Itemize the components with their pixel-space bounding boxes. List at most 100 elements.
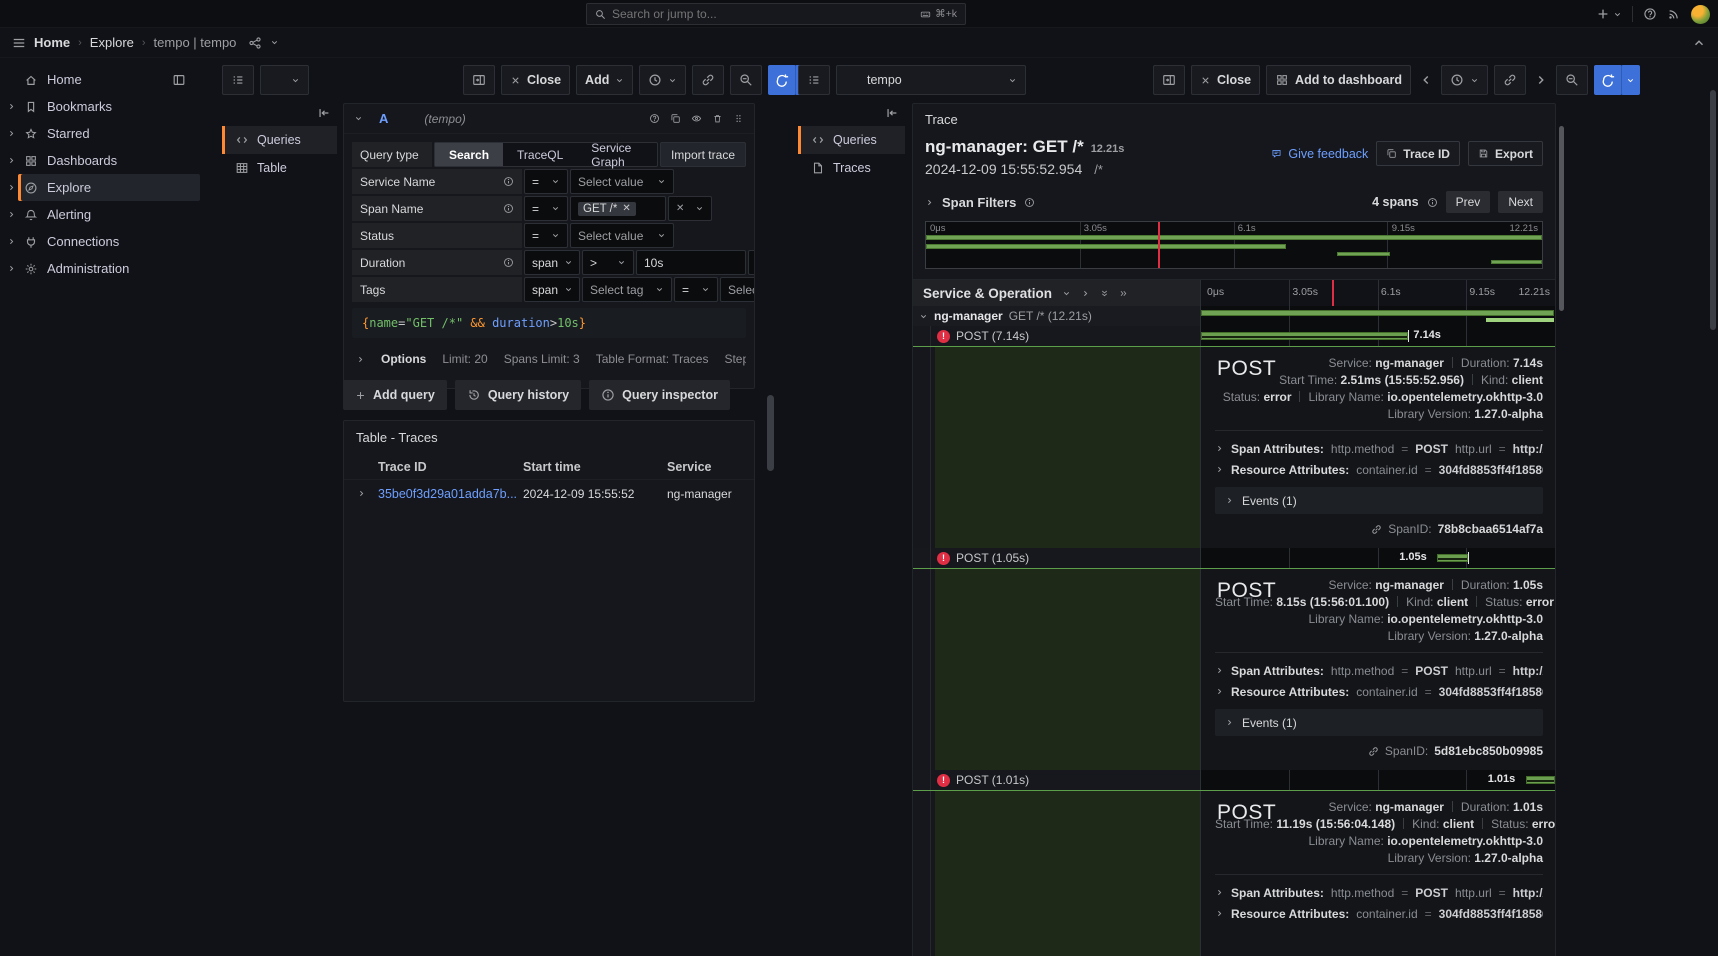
tags-op-select[interactable]: = xyxy=(674,277,718,302)
datasource-picker[interactable]: tempo xyxy=(836,65,1026,95)
span-bar[interactable] xyxy=(1201,332,1408,340)
query-inspector-button[interactable]: Query inspector xyxy=(589,380,730,410)
double-chevron-right-icon[interactable] xyxy=(1119,289,1128,298)
chevron-down-icon[interactable] xyxy=(1062,289,1071,298)
prev-span-button[interactable]: Prev xyxy=(1446,191,1491,213)
tags-scope-select[interactable]: span xyxy=(524,277,580,302)
service-name-value-select[interactable]: Select value xyxy=(570,169,674,194)
sidebar-item-connections[interactable]: Connections xyxy=(0,228,208,255)
sidebar-item-administration[interactable]: Administration xyxy=(0,255,208,282)
table-row[interactable]: 35be0f3d29a01adda7b... 2024-12-09 15:55:… xyxy=(344,479,754,507)
left-pane-scrollbar[interactable] xyxy=(767,395,774,471)
chevron-right-icon[interactable] xyxy=(7,102,16,111)
col-trace-id[interactable]: Trace ID xyxy=(378,460,427,474)
trace-id-link[interactable]: 35be0f3d29a01adda7b... xyxy=(378,487,517,501)
span-attributes-row[interactable]: Span Attributes: http.method=POST http.u… xyxy=(1215,438,1543,459)
sidebar-item-dashboards[interactable]: Dashboards xyxy=(0,147,208,174)
disable-query-icon[interactable] xyxy=(691,113,702,124)
span-bar[interactable] xyxy=(1437,554,1467,562)
rail-item-queries[interactable]: Queries xyxy=(222,126,337,154)
span-row-root[interactable]: ng-manager GET /* (12.21s) xyxy=(913,306,1555,326)
avatar[interactable] xyxy=(1691,5,1710,24)
time-picker[interactable] xyxy=(639,65,686,95)
sidebar-item-home[interactable]: Home xyxy=(0,66,208,93)
run-query-button[interactable] xyxy=(1594,65,1622,95)
query-rows-icon-button[interactable] xyxy=(798,65,830,95)
chevron-right-icon[interactable] xyxy=(7,237,16,246)
query-help-icon[interactable] xyxy=(649,113,660,124)
close-pane-button[interactable]: Close xyxy=(501,65,570,95)
share-link-button[interactable] xyxy=(1494,65,1526,95)
chevron-right-icon[interactable] xyxy=(7,264,16,273)
chevron-right-icon[interactable] xyxy=(7,129,16,138)
close-pane-button[interactable]: Close xyxy=(1191,65,1260,95)
col-start-time[interactable]: Start time xyxy=(523,460,581,474)
time-picker[interactable] xyxy=(1441,65,1488,95)
export-button[interactable]: Export xyxy=(1468,141,1543,166)
rail-item-queries[interactable]: Queries xyxy=(798,126,905,154)
double-chevron-down-icon[interactable] xyxy=(1100,289,1109,298)
run-query-interval-button[interactable] xyxy=(1621,65,1640,95)
share-icon[interactable] xyxy=(248,36,262,50)
collapse-rail-icon[interactable] xyxy=(317,106,331,120)
status-op-select[interactable]: = xyxy=(524,223,568,248)
new-button[interactable] xyxy=(1596,7,1622,21)
window-scrollbar[interactable] xyxy=(1710,90,1716,330)
import-trace-button[interactable]: Import trace xyxy=(660,142,746,167)
give-feedback-link[interactable]: Give feedback xyxy=(1271,147,1368,161)
span-name-op-select[interactable]: = xyxy=(524,196,568,221)
trace-minimap[interactable]: 0μs 3.05s 6.1s 9.15s 12.21s xyxy=(925,221,1543,269)
sidebar-item-alerting[interactable]: Alerting xyxy=(0,201,208,228)
chevron-right-icon[interactable] xyxy=(925,198,934,207)
query-rows-icon-button[interactable] xyxy=(222,65,254,95)
rail-item-table[interactable]: Table xyxy=(222,154,337,182)
add-query-button[interactable]: Add query xyxy=(343,380,447,410)
share-link-button[interactable] xyxy=(692,65,724,95)
query-history-button[interactable]: Query history xyxy=(455,380,581,410)
chevron-down-icon[interactable] xyxy=(270,38,279,47)
chevron-right-icon[interactable] xyxy=(1081,289,1090,298)
shift-time-back-button[interactable] xyxy=(1417,65,1435,95)
chevron-right-icon[interactable] xyxy=(7,210,16,219)
events-row[interactable]: Events (1) xyxy=(1215,487,1543,514)
span-name-value-select[interactable]: GET /*✕ xyxy=(570,196,666,221)
shift-time-forward-button[interactable] xyxy=(1532,65,1550,95)
chevron-down-icon[interactable] xyxy=(354,114,363,123)
span-attributes-row[interactable]: Span Attributes: http.method=POST http.u… xyxy=(1215,660,1543,681)
tab-traceql[interactable]: TraceQL xyxy=(503,143,577,166)
datasource-picker[interactable] xyxy=(260,65,309,95)
service-name-op-select[interactable]: = xyxy=(524,169,568,194)
next-span-button[interactable]: Next xyxy=(1498,191,1543,213)
query-editor-header[interactable]: A (tempo) xyxy=(344,104,754,134)
dock-menu-icon[interactable] xyxy=(172,73,186,87)
col-service[interactable]: Service xyxy=(667,460,711,474)
duration-value-input[interactable]: 10s xyxy=(636,250,746,275)
chevron-right-icon[interactable] xyxy=(7,156,16,165)
duration-max-op-cut[interactable]: < xyxy=(748,250,755,275)
search-bar[interactable]: ⌘+k xyxy=(586,3,966,25)
add-to-dashboard-button[interactable]: Add to dashboard xyxy=(1266,65,1411,95)
news-icon[interactable] xyxy=(1667,7,1681,21)
span-name-chip[interactable]: GET /*✕ xyxy=(578,202,636,216)
add-button[interactable]: Add xyxy=(576,65,633,95)
rail-item-traces[interactable]: Traces xyxy=(798,154,905,182)
sidebar-item-explore[interactable]: Explore xyxy=(0,174,208,201)
menu-icon[interactable] xyxy=(12,36,26,50)
duration-scope-select[interactable]: span xyxy=(524,250,580,275)
sidebar-item-bookmarks[interactable]: Bookmarks xyxy=(0,93,208,120)
tab-service-graph[interactable]: Service Graph xyxy=(577,143,657,166)
resource-attributes-row[interactable]: Resource Attributes: container.id=304fd8… xyxy=(1215,681,1543,702)
trace-panel-scrollbar[interactable] xyxy=(1559,126,1564,311)
search-input[interactable] xyxy=(612,7,914,21)
duration-op-select[interactable]: > xyxy=(582,250,634,275)
collapse-span-icon[interactable] xyxy=(919,312,928,321)
span-bar[interactable] xyxy=(1526,776,1555,784)
span-row[interactable]: ! POST (1.01s) 1.01s xyxy=(913,770,1555,790)
collapse-rail-icon[interactable] xyxy=(885,106,899,120)
span-attributes-row[interactable]: Span Attributes: http.method=POST http.u… xyxy=(1215,882,1543,903)
duplicate-query-icon[interactable] xyxy=(670,113,681,124)
split-view-button[interactable] xyxy=(1153,65,1185,95)
split-view-button[interactable] xyxy=(463,65,495,95)
root-span-bar[interactable] xyxy=(1201,310,1554,316)
expand-row-icon[interactable] xyxy=(357,489,366,498)
